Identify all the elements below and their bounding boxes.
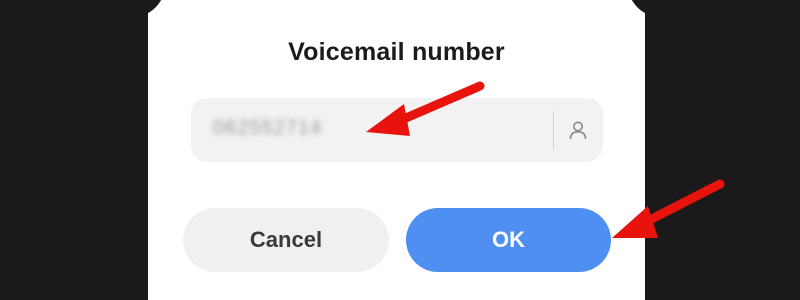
background-dim-left xyxy=(0,0,148,300)
phone-screen: Voicemail number 062552714 Cancel OK xyxy=(0,0,800,300)
voicemail-number-field[interactable]: 062552714 xyxy=(191,98,603,162)
background-dim-right xyxy=(645,0,800,300)
voicemail-number-value: 062552714 xyxy=(213,117,323,139)
ok-button[interactable]: OK xyxy=(406,208,611,272)
field-divider xyxy=(553,111,554,149)
dialog-title: Voicemail number xyxy=(288,38,505,66)
cancel-button[interactable]: Cancel xyxy=(183,208,389,272)
voicemail-dialog: Voicemail number 062552714 Cancel OK xyxy=(130,0,663,300)
person-contact-icon[interactable] xyxy=(567,119,589,141)
